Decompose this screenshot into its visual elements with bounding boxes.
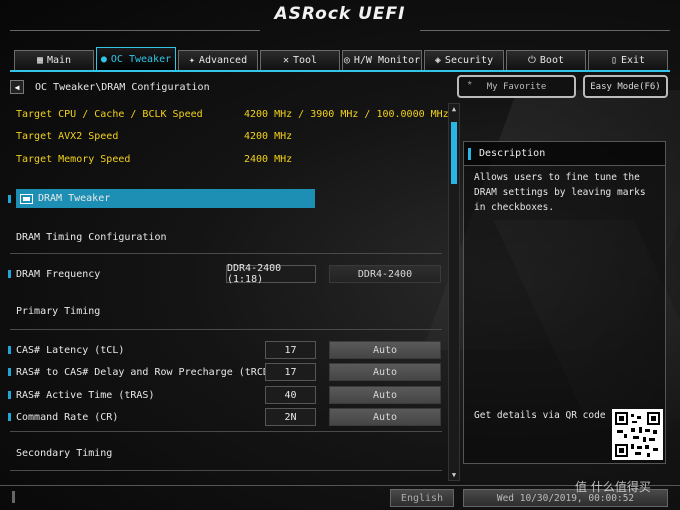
row-indicator	[8, 346, 11, 354]
target-label: Target AVX2 Speed	[16, 130, 119, 142]
tab-label: OC Tweaker	[110, 53, 172, 65]
my-favorite-button[interactable]: ★ My Favorite	[457, 75, 576, 98]
description-text: Allows users to fine tune the DRAM setti…	[474, 172, 646, 213]
timing-select[interactable]: Auto	[329, 386, 441, 404]
section-divider	[10, 253, 442, 254]
dram-tweaker-label: DRAM Tweaker	[38, 193, 111, 204]
section-divider	[10, 329, 442, 330]
back-button[interactable]: ◀	[10, 80, 24, 94]
target-value: 4200 MHz	[244, 130, 293, 142]
target-cpu-row: Target CPU / Cache / BCLK Speed 4200 MHz…	[10, 105, 449, 123]
tab-main[interactable]: ▦ Main	[14, 50, 94, 70]
breadcrumb-text: OC Tweaker\DRAM Configuration	[35, 81, 210, 93]
row-indicator	[8, 413, 11, 421]
description-panel: Description Allows users to fine tune th…	[463, 141, 666, 464]
timing-select[interactable]: Auto	[329, 341, 441, 359]
star-icon: ✦	[188, 55, 195, 66]
watermark-text: 值 什么值得买	[575, 480, 651, 494]
target-avx2-row: Target AVX2 Speed 4200 MHz	[10, 127, 442, 145]
dram-tweaker-item[interactable]: DRAM Tweaker	[16, 189, 315, 208]
tab-underline	[10, 70, 670, 72]
timing-current-value: 17	[265, 341, 316, 359]
tab-oc-tweaker[interactable]: ● OC Tweaker	[96, 47, 176, 70]
tab-label: H/W Monitor	[353, 55, 421, 66]
row-indicator	[8, 194, 11, 203]
monitor-gauge-icon: ◎	[343, 55, 350, 66]
timing-select[interactable]: Auto	[329, 363, 441, 381]
row-indicator	[8, 368, 11, 376]
tools-icon: ✕	[282, 55, 289, 66]
target-value: 2400 MHz	[244, 153, 293, 165]
target-memory-row: Target Memory Speed 2400 MHz	[10, 150, 442, 168]
exit-door-icon: ▯	[610, 55, 617, 66]
footer-indicator	[12, 491, 15, 503]
qr-code-graphic	[615, 412, 660, 457]
tab-label: Boot	[539, 55, 564, 66]
tab-advanced[interactable]: ✦ Advanced	[178, 50, 258, 70]
section-divider	[10, 431, 442, 432]
target-label: Target CPU / Cache / BCLK Speed	[16, 108, 203, 120]
tab-exit[interactable]: ▯ Exit	[588, 50, 668, 70]
header-rule-left	[10, 30, 260, 31]
tab-label: Tool	[292, 55, 318, 66]
timing-label: CAS# Latency (tCL)	[16, 344, 125, 356]
description-header: Description	[464, 142, 665, 166]
dram-frequency-current: DDR4-2400 (1:18)	[226, 263, 316, 285]
description-title: Description	[479, 148, 546, 159]
settings-panel: ◀ OC Tweaker\DRAM Configuration Target C…	[8, 75, 462, 485]
qr-code-icon	[612, 409, 663, 460]
scroll-up-arrow-icon[interactable]: ▲	[449, 104, 459, 114]
memory-module-icon	[20, 193, 33, 204]
tab-hw-monitor[interactable]: ◎ H/W Monitor	[342, 50, 422, 70]
header-rule-right	[420, 30, 670, 31]
breadcrumb: ◀ OC Tweaker\DRAM Configuration	[10, 79, 210, 95]
target-value: 4200 MHz / 3900 MHz / 100.0000 MHz	[244, 108, 449, 120]
section-header-secondary: Secondary Timing	[16, 448, 113, 459]
timing-label: Command Rate (CR)	[16, 411, 119, 423]
row-indicator	[8, 270, 11, 278]
timing-label: RAS# to CAS# Delay and Row Precharge (tR…	[16, 366, 293, 378]
tab-label: Exit	[620, 55, 646, 66]
tab-label: Advanced	[198, 55, 248, 66]
star-icon: ★	[467, 78, 473, 88]
my-favorite-label: My Favorite	[486, 81, 547, 92]
description-accent-bar	[468, 147, 471, 160]
qr-caption: Get details via QR code	[474, 410, 606, 421]
timing-current-value: 2N	[265, 408, 316, 426]
timing-current-value: 40	[265, 386, 316, 404]
back-arrow-icon: ◀	[14, 82, 20, 92]
shield-icon: ◈	[434, 55, 441, 66]
asrock-uefi-logo: ASRock UEFI	[274, 4, 406, 24]
tab-tool[interactable]: ✕ Tool	[260, 50, 340, 70]
target-label: Target Memory Speed	[16, 153, 131, 165]
language-button[interactable]: English	[390, 489, 454, 507]
tab-boot[interactable]: ⏻ Boot	[506, 50, 586, 70]
timing-select[interactable]: Auto	[329, 408, 441, 426]
easy-mode-button[interactable]: Easy Mode(F6)	[583, 75, 668, 98]
square-grid-icon: ▦	[36, 55, 43, 66]
dram-frequency-select[interactable]: DDR4-2400	[329, 265, 441, 283]
section-divider	[10, 470, 442, 471]
row-indicator	[8, 391, 11, 399]
scroll-down-arrow-icon[interactable]: ▼	[449, 470, 459, 480]
easy-mode-label: Easy Mode(F6)	[590, 81, 661, 92]
tab-bar: ▦ Main ● OC Tweaker ✦ Advanced ✕ Tool ◎ …	[14, 47, 668, 70]
power-icon: ⏻	[527, 55, 536, 66]
settings-scrollbar[interactable]: ▲ ▼	[448, 103, 460, 481]
dram-frequency-label: DRAM Frequency	[16, 268, 101, 280]
rocket-icon: ●	[100, 53, 107, 65]
section-header-primary: Primary Timing	[16, 306, 101, 317]
tab-label: Main	[46, 55, 72, 66]
section-header-timing-config: DRAM Timing Configuration	[16, 232, 167, 243]
timing-current-value: 17	[265, 363, 316, 381]
tab-label: Security	[444, 55, 494, 66]
tab-security[interactable]: ◈ Security	[424, 50, 504, 70]
scroll-thumb[interactable]	[451, 122, 457, 184]
timing-label: RAS# Active Time (tRAS)	[16, 389, 155, 401]
